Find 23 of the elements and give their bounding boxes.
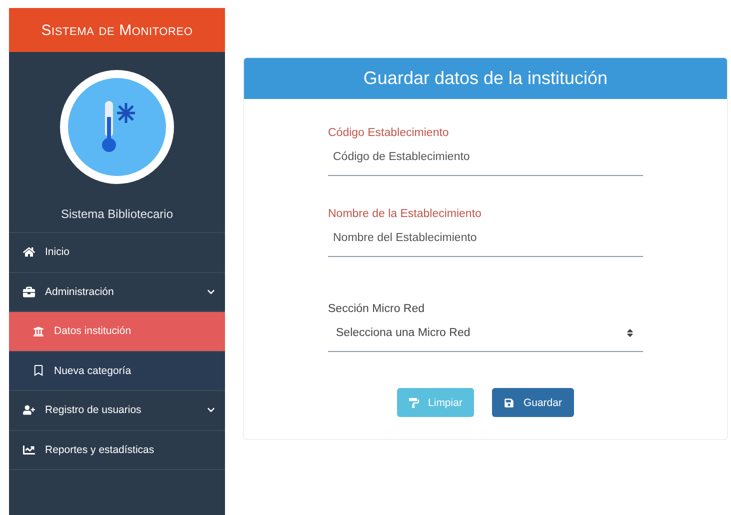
select-field[interactable]: Selecciona una Micro Red bbox=[328, 321, 643, 352]
submenu-item[interactable]: Datos institución bbox=[9, 312, 225, 352]
home-icon bbox=[23, 246, 35, 258]
profile-name: Sistema Bibliotecario bbox=[60, 207, 174, 221]
briefcase-icon bbox=[23, 286, 35, 298]
chevron-icon bbox=[207, 406, 215, 414]
app-title: Sistema de Monitoreo bbox=[9, 8, 225, 52]
field-label: Sección Micro Red bbox=[328, 303, 426, 315]
submenu-item[interactable]: Nueva categoría bbox=[9, 352, 225, 391]
field-label: Código Establecimiento bbox=[328, 127, 450, 139]
bank-icon bbox=[33, 326, 44, 337]
paint-roller-icon bbox=[409, 398, 420, 408]
menu-item[interactable]: Registro de usuarios bbox=[9, 391, 225, 430]
bookmark-icon bbox=[33, 365, 44, 376]
chevron-icon bbox=[207, 288, 215, 296]
card-title: Guardar datos de la institución bbox=[244, 58, 727, 99]
menu-item[interactable]: Reportes y estadísticas bbox=[9, 430, 225, 470]
field-label: Nombre de la Establecimiento bbox=[328, 208, 482, 220]
menu-item[interactable]: Inicio bbox=[9, 233, 225, 272]
trend-line-icon bbox=[23, 444, 35, 456]
save-button[interactable]: Guardar bbox=[492, 388, 574, 417]
user-plus-icon bbox=[23, 404, 35, 416]
sort-arrows-icon bbox=[625, 328, 635, 338]
